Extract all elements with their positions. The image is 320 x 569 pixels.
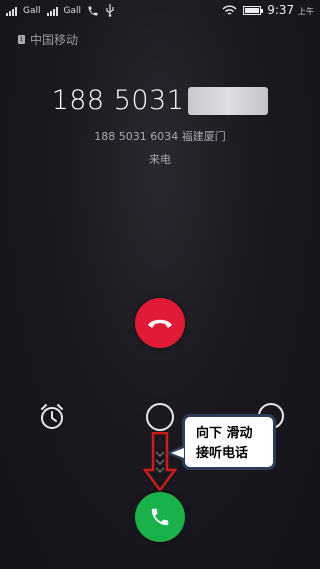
caller-number: 188 5031 — [0, 85, 320, 116]
carrier-label: 1 中国移动 — [18, 31, 78, 48]
annotation-line1: 向下 滑动 — [196, 426, 253, 441]
call-status: 来电 — [149, 153, 171, 166]
caller-location: 福建厦门 — [181, 130, 226, 143]
slide-handle-ring[interactable] — [146, 403, 174, 431]
caller-details: 188 5031 6034 福建厦门 — [0, 128, 320, 144]
annotation-bubble: 向下 滑动 接听电话 — [182, 414, 276, 470]
wifi-icon — [222, 5, 237, 15]
status-right: 9:37 上午 — [222, 3, 314, 17]
swipe-down-arrow — [143, 432, 177, 492]
phone-call-status-icon — [88, 6, 98, 15]
sim1-label: Gall — [23, 5, 41, 16]
status-left: Gall Gall — [6, 4, 115, 17]
phone-answer-icon — [151, 508, 169, 526]
clock-time: 9:37 — [267, 3, 295, 17]
phone-hangup-icon — [148, 319, 172, 328]
sim-icon: 1 — [18, 35, 25, 44]
annotation-tail-inner — [171, 448, 184, 458]
caller-full-number: 188 5031 6034 — [94, 130, 179, 143]
usb-icon — [106, 4, 114, 17]
battery-icon — [243, 5, 264, 15]
decline-call-button[interactable] — [135, 298, 185, 348]
signal-icon — [6, 6, 17, 16]
sim2-label: Gall — [63, 5, 82, 16]
answer-call-button[interactable] — [135, 492, 185, 542]
annotation-line2: 接听电话 — [196, 446, 249, 461]
clock-suffix: 上午 — [298, 7, 314, 16]
clock: 9:37 上午 — [267, 3, 314, 17]
carrier-name: 中国移动 — [30, 33, 79, 47]
status-bar: Gall Gall 9:37 上午 — [0, 0, 320, 22]
redacted-digits — [188, 86, 269, 115]
signal-icon — [46, 6, 58, 16]
alarm-clock-icon[interactable] — [38, 403, 66, 431]
caller-number-text: 188 5031 — [51, 85, 185, 116]
